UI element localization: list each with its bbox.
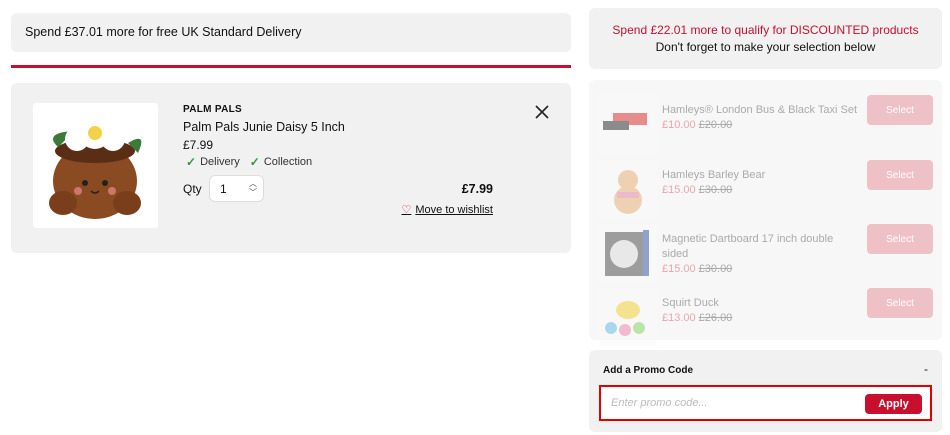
move-to-wishlist-link[interactable]: ♡ Move to wishlist: [401, 203, 493, 217]
wishlist-label[interactable]: Move to wishlist: [415, 204, 493, 216]
select-button[interactable]: Select: [867, 288, 933, 318]
availability-row: ✓ Delivery ✓ Collection: [186, 155, 312, 169]
apply-button[interactable]: Apply: [865, 394, 922, 414]
cart-item-card: PALM PALS Palm Pals Junie Daisy 5 Inch £…: [11, 83, 571, 253]
offer-title: Magnetic Dartboard 17 inch double sided …: [662, 233, 834, 275]
offer-title: Hamleys Barley Bear £15.00 £30.00: [662, 169, 766, 196]
promo-code-panel: Add a Promo Code - Apply: [589, 350, 942, 432]
quantity-stepper[interactable]: 1 ︿ ﹀: [209, 175, 264, 202]
promo-code-row: Apply: [599, 385, 932, 421]
offer-title: Hamleys® London Bus & Black Taxi Set £10…: [662, 104, 857, 131]
divider: [11, 65, 571, 68]
line-total: £7.99: [461, 182, 493, 196]
offer-title: Squirt Duck £13.00 £26.00: [662, 297, 733, 324]
list-item: Hamleys® London Bus & Black Taxi Set £10…: [599, 95, 939, 155]
promo-title: Add a Promo Code: [603, 365, 694, 376]
promo-code-input[interactable]: [611, 395, 841, 411]
list-item: Magnetic Dartboard 17 inch double sided …: [599, 224, 939, 284]
product-image[interactable]: [33, 103, 158, 228]
close-icon[interactable]: [533, 103, 551, 121]
discount-banner: Spend £22.01 more to qualify for DISCOUN…: [589, 8, 942, 69]
availability-collection: Collection: [263, 156, 313, 168]
offer-image: [599, 288, 657, 346]
qty-value[interactable]: 1: [220, 182, 227, 196]
offer-image: [599, 160, 657, 218]
list-item: Squirt Duck £13.00 £26.00 Select: [599, 288, 939, 348]
product-brand: PALM PALS: [183, 104, 242, 115]
delivery-threshold-text: Spend £37.01 more for free UK Standard D…: [25, 25, 302, 39]
product-name[interactable]: Palm Pals Junie Daisy 5 Inch: [183, 120, 345, 134]
product-price: £7.99: [183, 138, 214, 152]
check-icon: ✓: [186, 155, 197, 169]
check-icon: ✓: [249, 155, 260, 169]
availability-delivery: Delivery: [200, 156, 240, 168]
chevron-up-icon[interactable]: ︿: [249, 180, 257, 188]
offer-image: [599, 95, 657, 153]
select-button[interactable]: Select: [867, 224, 933, 254]
delivery-threshold-banner: Spend £37.01 more for free UK Standard D…: [11, 13, 571, 52]
select-button[interactable]: Select: [867, 95, 933, 125]
list-item: Hamleys Barley Bear £15.00 £30.00 Select: [599, 160, 939, 220]
discount-subline: Don't forget to make your selection belo…: [655, 40, 876, 54]
discount-headline: Spend £22.01 more to qualify for DISCOUN…: [612, 23, 919, 37]
collapse-toggle[interactable]: -: [924, 362, 928, 376]
chevron-down-icon[interactable]: ﹀: [249, 189, 257, 197]
select-button[interactable]: Select: [867, 160, 933, 190]
offer-image: [599, 224, 657, 282]
heart-icon: ♡: [401, 204, 412, 216]
qty-label: Qty: [183, 182, 202, 196]
discount-offer-list: Hamleys® London Bus & Black Taxi Set £10…: [589, 80, 942, 346]
